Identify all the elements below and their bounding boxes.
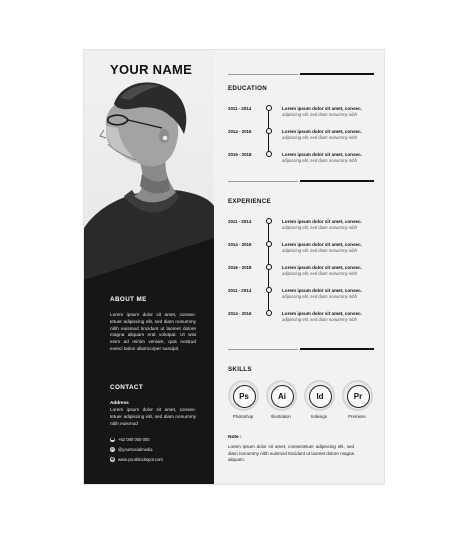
entry-date: 2014 - 2016	[228, 129, 252, 134]
skill-indesign: Id Indesign	[302, 380, 336, 419]
skill-label: Photoshop	[232, 414, 254, 419]
education-entry: 2016 - 2018 Lorem ipsum dolor sit amet, …	[228, 151, 378, 164]
entry-title: Lorem ipsum dolor sit amet, consec.	[282, 311, 362, 316]
skill-abbr: Ai	[270, 385, 294, 408]
skills-divider	[228, 348, 374, 350]
timeline-dot	[266, 105, 272, 112]
skill-label: Illustration	[271, 414, 291, 419]
entry-date: 2016 - 2018	[228, 152, 252, 157]
globe-icon: ◍	[110, 457, 115, 462]
entry-desc: adipiscing elit, sed diam nonummy nibh	[282, 225, 357, 230]
entry-title: Lorem ipsum dolor sit amet, consec.	[282, 219, 362, 224]
skill-ring: Id	[303, 380, 335, 411]
skill-ring: Pr	[341, 380, 373, 411]
experience-title: EXPERIENCE	[228, 198, 271, 205]
skill-abbr: Id	[308, 385, 332, 408]
education-entry: 2014 - 2016 Lorem ipsum dolor sit amet, …	[228, 128, 378, 141]
right-column: EDUCATION 2011 - 2014 Lorem ipsum dolor …	[214, 50, 384, 484]
about-title: ABOUT ME	[110, 296, 147, 303]
entry-title: Lorem ipsum dolor sit amet, consec.	[282, 152, 362, 157]
experience-entry: 2011 - 2014 Lorem ipsum dolor sit amet, …	[228, 218, 378, 231]
skill-ring: Ai	[265, 380, 297, 411]
experience-entry: 2014 - 2016 Lorem ipsum dolor sit amet, …	[228, 310, 378, 323]
entry-title: Lorem ipsum dolor sit amet, consec.	[282, 106, 362, 111]
timeline-dot	[266, 287, 272, 294]
phone-icon: ☎	[110, 437, 115, 442]
skill-photoshop: Ps Photoshop	[226, 380, 260, 419]
note-title: Note :	[228, 435, 242, 440]
resume-page: YOUR NAME ABOUT ME Lorem ipsum dolor sit…	[84, 50, 384, 484]
social-text: @yoursocialmedia	[118, 447, 153, 452]
left-column: YOUR NAME ABOUT ME Lorem ipsum dolor sit…	[84, 50, 214, 484]
skill-premiere: Pr Premiere	[340, 380, 374, 419]
entry-date: 2014 - 2016	[228, 242, 252, 247]
contact-title: CONTACT	[110, 384, 144, 391]
entry-desc: adipiscing elit, sed diam nonummy nibh	[282, 135, 357, 140]
contact-social: @ @yoursocialmedia	[110, 447, 153, 452]
website-text: www.yourblockspot.com	[118, 457, 163, 462]
at-sign-icon: @	[110, 447, 115, 452]
entry-desc: adipiscing elit, sed diam nonummy nibh	[282, 112, 357, 117]
skills-title: SKILLS	[228, 366, 252, 373]
entry-date: 2011 - 2014	[228, 288, 252, 293]
timeline-dot	[266, 241, 272, 248]
skill-abbr: Ps	[232, 385, 256, 408]
timeline-dot	[266, 151, 272, 158]
education-divider	[228, 73, 374, 75]
skill-ring: Ps	[227, 380, 259, 411]
timeline-dot	[266, 264, 272, 271]
phone-text: +62 000 000 000	[118, 437, 150, 442]
entry-desc: adipiscing elit, sed diam nonummy nibh	[282, 271, 357, 276]
education-title: EDUCATION	[228, 85, 268, 92]
entry-desc: adipiscing elit, sed diam nonummy nibh	[282, 248, 357, 253]
entry-date: 2016 - 2018	[228, 265, 252, 270]
resume-name: YOUR NAME	[110, 62, 193, 77]
contact-website: ◍ www.yourblockspot.com	[110, 457, 163, 462]
skill-abbr: Pr	[346, 385, 370, 408]
contact-phone: ☎ +62 000 000 000	[110, 437, 150, 442]
about-text: Lorem ipsum dolor sit amet, consec-tetue…	[110, 312, 196, 351]
education-entry: 2011 - 2014 Lorem ipsum dolor sit amet, …	[228, 105, 378, 118]
entry-desc: adipiscing elit, sed diam nonummy nibh	[282, 294, 357, 299]
entry-title: Lorem ipsum dolor sit amet, consec.	[282, 265, 362, 270]
entry-desc: adipiscing elit, sed diam nonummy nibh	[282, 158, 357, 163]
skill-illustration: Ai Illustration	[264, 380, 298, 419]
address-label: Address	[110, 400, 129, 405]
skill-label: Indesign	[310, 414, 328, 419]
timeline-dot	[266, 310, 272, 317]
timeline-dot	[266, 128, 272, 135]
experience-entry: 2011 - 2014 Lorem ipsum dolor sit amet, …	[228, 287, 378, 300]
entry-date: 2011 - 2014	[228, 106, 252, 111]
entry-desc: adipiscing elit, sed diam nonummy nibh	[282, 317, 357, 322]
entry-title: Lorem ipsum dolor sit amet, consec.	[282, 242, 362, 247]
skill-label: Premiere	[348, 414, 366, 419]
entry-date: 2011 - 2014	[228, 219, 252, 224]
experience-entry: 2014 - 2016 Lorem ipsum dolor sit amet, …	[228, 241, 378, 254]
entry-title: Lorem ipsum dolor sit amet, consec.	[282, 288, 362, 293]
note-text: Lorem ipsum dolor sit amet, consectetuer…	[228, 444, 354, 463]
entry-date: 2014 - 2016	[228, 311, 252, 316]
entry-title: Lorem ipsum dolor sit amet, consec.	[282, 129, 362, 134]
address-text: Lorem ipsum dolor sit amet, consec-tetue…	[110, 407, 196, 426]
timeline-dot	[266, 218, 272, 225]
experience-entry: 2016 - 2018 Lorem ipsum dolor sit amet, …	[228, 264, 378, 277]
experience-divider	[228, 180, 374, 182]
